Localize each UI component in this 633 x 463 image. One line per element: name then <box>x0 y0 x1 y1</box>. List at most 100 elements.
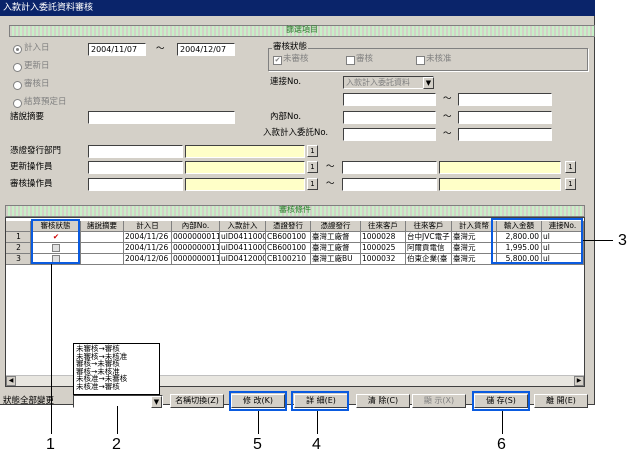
check-reviewed[interactable] <box>346 56 355 65</box>
issue-dept-label: 憑證發行部門 <box>10 146 62 156</box>
rename-toggle-button[interactable]: 名稱切換(Z) <box>170 394 224 408</box>
status-group-label: 審核狀態 <box>272 41 309 53</box>
link-no-from-input[interactable] <box>343 93 436 106</box>
row-customer-2: 阿爾貢電信 <box>406 243 452 254</box>
status-change-options[interactable]: 未審核→審核 未審核→未核准 審核→未審核 審核→未核准 未核准→未審核 未核准… <box>73 343 160 395</box>
update-op-from-lookup-button[interactable]: 1 <box>307 161 318 173</box>
scroll-right-icon[interactable]: ▶ <box>574 376 584 386</box>
radio-label-review-date: 審核日 <box>24 79 50 89</box>
review-op-to-lookup-button[interactable]: 1 <box>565 178 576 190</box>
internal-no-label: 內部No. <box>270 112 302 122</box>
scroll-left-icon[interactable]: ◀ <box>6 376 16 386</box>
row-summary <box>81 232 124 243</box>
row-voucher-2: 臺灣工廠BU <box>311 254 361 265</box>
row-entry-date: 2004/12/06 <box>124 254 172 265</box>
radio-label-entry-date: 計入日 <box>24 43 50 53</box>
highlight-save-button <box>472 391 530 411</box>
update-op-to-code-input[interactable] <box>342 161 437 174</box>
update-op-from-code-input[interactable] <box>88 161 183 174</box>
callout-5: 5 <box>253 436 262 453</box>
row-internal-no: 0000000011 <box>172 232 220 243</box>
radio-label-settle-date: 結算預定日 <box>24 97 67 107</box>
review-op-to-name-field <box>439 178 561 191</box>
row-voucher-2: 臺灣工廠督 <box>311 232 361 243</box>
update-op-tilde: ～ <box>326 162 335 172</box>
status-option[interactable]: 未核准→審核 <box>76 382 157 391</box>
close-button[interactable]: 離 開(E) <box>534 394 588 408</box>
grid-band: 審核條件 <box>5 205 585 217</box>
internal-no-to-input[interactable] <box>458 111 552 124</box>
row-entry-date: 2004/11/26 <box>124 232 172 243</box>
header-customer-1[interactable]: 往來客戶 <box>361 221 406 232</box>
callout-line-1 <box>51 264 52 434</box>
row-number: 2 <box>6 243 31 254</box>
review-op-from-name-field <box>185 178 305 191</box>
link-no-label: 連接No. <box>270 77 302 87</box>
callout-line-3 <box>583 240 613 241</box>
row-entry-date: 2004/11/26 <box>124 243 172 254</box>
row-internal-no: 0000000011 <box>172 254 220 265</box>
header-rownum <box>6 221 31 232</box>
radio-label-update-date: 更新日 <box>24 61 50 71</box>
row-entry: ulD0411000 <box>220 243 266 254</box>
display-button[interactable]: 顯 示(X) <box>412 394 466 408</box>
header-voucher-1[interactable]: 憑證發行 <box>266 221 311 232</box>
link-no-to-input[interactable] <box>458 93 552 106</box>
review-op-label: 審核操作員 <box>10 179 53 189</box>
callout-4: 4 <box>312 436 321 453</box>
callout-1: 1 <box>46 436 55 453</box>
header-summary[interactable]: 諸說摘要 <box>81 221 124 232</box>
update-op-to-name-field <box>439 161 561 174</box>
check-not-approved[interactable] <box>416 56 425 65</box>
clear-button[interactable]: 清 除(C) <box>356 394 410 408</box>
issue-dept-name-field <box>185 145 305 158</box>
review-op-to-code-input[interactable] <box>342 178 437 191</box>
trust-no-tilde: ～ <box>443 129 452 139</box>
callout-2: 2 <box>112 436 121 453</box>
highlight-amount-column <box>491 218 583 264</box>
internal-no-tilde: ～ <box>443 112 452 122</box>
status-change-select[interactable] <box>73 395 163 408</box>
check-label-reviewed: 審核 <box>356 54 374 64</box>
chevron-down-icon[interactable]: ▼ <box>151 396 162 408</box>
header-entry-date[interactable]: 計入日 <box>124 221 172 232</box>
radio-review-date[interactable] <box>13 81 22 90</box>
row-customer-1: 1000032 <box>361 254 406 265</box>
row-customer-2: 伯東企業(臺 <box>406 254 452 265</box>
internal-no-from-input[interactable] <box>343 111 436 124</box>
review-op-from-code-input[interactable] <box>88 178 183 191</box>
search-band: 篩選項目 <box>9 25 595 37</box>
radio-settle-date[interactable] <box>13 99 22 108</box>
issue-dept-code-input[interactable] <box>88 145 183 158</box>
trust-no-to-input[interactable] <box>458 128 552 141</box>
header-customer-2[interactable]: 往來客戶 <box>406 221 452 232</box>
trust-no-from-input[interactable] <box>343 128 436 141</box>
callout-line-6 <box>502 411 503 434</box>
summary-input[interactable] <box>88 111 235 124</box>
row-customer-1: 1000028 <box>361 232 406 243</box>
row-voucher-1: CB600100 <box>266 243 311 254</box>
date-from-input[interactable]: 2004/11/07 <box>88 43 146 56</box>
header-entry[interactable]: 入款計入 <box>220 221 266 232</box>
link-no-tilde: ～ <box>443 94 452 104</box>
trust-no-label: 入款計入委託No. <box>263 128 329 138</box>
link-type-select[interactable]: 入款計入委託資料 <box>343 76 434 89</box>
chevron-down-icon[interactable]: ▼ <box>423 77 434 89</box>
radio-entry-date[interactable] <box>13 45 22 54</box>
date-range-tilde: ～ <box>156 44 165 54</box>
issue-dept-lookup-button[interactable]: 1 <box>307 145 318 157</box>
status-change-label: 狀態全部變更 <box>3 396 55 406</box>
date-to-input[interactable]: 2004/12/07 <box>177 43 235 56</box>
review-op-from-lookup-button[interactable]: 1 <box>307 178 318 190</box>
row-entry: ulD0411000 <box>220 232 266 243</box>
radio-update-date[interactable] <box>13 63 22 72</box>
row-number: 1 <box>6 232 31 243</box>
update-op-to-lookup-button[interactable]: 1 <box>565 161 576 173</box>
header-voucher-2[interactable]: 憑證發行 <box>311 221 361 232</box>
review-op-tilde: ～ <box>326 179 335 189</box>
window-title: 入款計入委託資料審核 <box>0 0 595 16</box>
header-internal-no[interactable]: 內部No. <box>172 221 220 232</box>
check-unreviewed[interactable]: ✔ <box>273 56 282 65</box>
callout-line-2 <box>117 406 118 434</box>
callout-line-4 <box>317 411 318 434</box>
